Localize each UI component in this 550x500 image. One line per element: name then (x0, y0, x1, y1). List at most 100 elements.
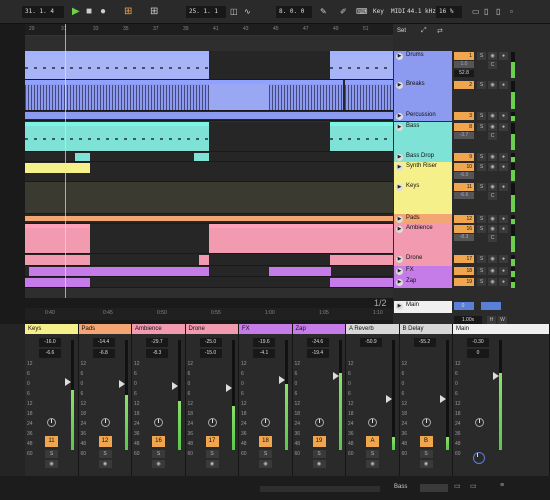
solo-button[interactable]: S (477, 215, 486, 223)
solo-button[interactable]: S (259, 450, 272, 458)
fold-icon[interactable]: ▶ (396, 53, 403, 60)
monitor-icon[interactable]: ◉ (205, 460, 219, 468)
page-indicator[interactable]: 1/2 (374, 298, 387, 308)
channel-name[interactable]: A Reverb (346, 324, 399, 334)
monitor-icon[interactable]: ◉ (488, 183, 497, 191)
fold-icon[interactable]: ▶ (396, 216, 403, 223)
loop-length[interactable]: 8. 0. 0 (276, 6, 312, 18)
arm-icon[interactable]: ● (499, 225, 508, 233)
channel-name[interactable]: Zap (292, 324, 345, 334)
track-name-cell-bass[interactable]: ▶ Bass (394, 122, 452, 152)
solo-button[interactable]: S (152, 450, 165, 458)
track-volume[interactable]: -8.3 (454, 234, 474, 241)
track-number[interactable]: 2 (454, 81, 474, 89)
track-number[interactable]: 10 (454, 163, 474, 171)
clip-breaks[interactable] (269, 80, 343, 110)
monitor-icon[interactable]: ◉ (152, 460, 165, 468)
clip-breaks[interactable] (209, 80, 269, 110)
channel-number[interactable]: 12 (98, 436, 112, 447)
track-name-cell-breaks[interactable]: ▶ Breaks (394, 80, 452, 111)
midi-icon[interactable]: ≡ (500, 482, 504, 489)
device-strip[interactable] (420, 484, 448, 492)
clip-drone[interactable] (199, 255, 209, 265)
solo-button[interactable]: S (477, 52, 486, 60)
playhead[interactable] (65, 24, 66, 298)
track-name-cell-bass-drop[interactable]: ▶ Bass Drop (394, 152, 452, 162)
channel-volume[interactable]: -25.0 (199, 338, 222, 347)
channel-name[interactable]: B Delay (399, 324, 452, 334)
track-name-cell-ambience[interactable]: ▶ Ambience (394, 224, 452, 254)
track-number[interactable]: 18 (454, 267, 474, 275)
monitor-icon[interactable]: ◉ (259, 460, 272, 468)
track-header-drone[interactable]: ▶ Drone 17 S ◉ ● (393, 254, 550, 266)
track-name-cell-drums[interactable]: ▶ Drums (394, 51, 452, 80)
pan-knob[interactable] (475, 418, 484, 427)
arm-icon[interactable]: ● (499, 163, 508, 171)
clip-icon[interactable]: ▭ (470, 482, 477, 490)
fold-icon[interactable]: ▶ (396, 226, 403, 233)
track-pan[interactable]: C (488, 192, 497, 200)
overview-strip[interactable] (260, 486, 380, 492)
track-number[interactable]: 3 (454, 112, 474, 120)
track-name-cell-zap[interactable]: ▶ Zap (394, 277, 452, 288)
monitor-icon[interactable]: ◉ (366, 460, 379, 468)
channel-name[interactable]: Pads (78, 324, 131, 334)
solo-button[interactable]: S (477, 81, 486, 89)
fold-icon[interactable]: ▶ (396, 268, 403, 275)
solo-button[interactable]: S (477, 278, 486, 286)
channel-number[interactable]: 11 (45, 436, 58, 447)
track-header-pads[interactable]: ▶ Pads 12 S ◉ ● (393, 214, 550, 224)
clip-drums[interactable] (330, 51, 393, 79)
device-icon[interactable]: ▭ (454, 482, 461, 490)
channel-volume[interactable]: -0.30 (467, 338, 489, 347)
channel-name[interactable]: Drone (185, 324, 238, 334)
record-icon[interactable]: ● (100, 5, 106, 19)
clip-drone[interactable] (330, 255, 393, 265)
pan-knob[interactable] (47, 418, 56, 427)
keyboard-icon[interactable]: ⌨ (356, 5, 368, 19)
fold-icon[interactable]: ▶ (396, 256, 403, 263)
track-number[interactable]: 8 (454, 123, 474, 131)
channel-volume[interactable]: -50.9 (360, 338, 382, 347)
key-map-button[interactable]: Key (370, 6, 387, 18)
solo-button[interactable]: S (477, 183, 486, 191)
loop-start[interactable]: 25. 1. 1 (186, 6, 226, 18)
track-name-cell-keys[interactable]: ▶ Keys (394, 182, 452, 214)
bar-ruler[interactable]: 29 31 33 35 37 39 41 43 45 47 49 51 (25, 24, 393, 36)
track-pan[interactable]: C (488, 132, 497, 140)
monitor-icon[interactable]: ◉ (488, 112, 497, 120)
arm-icon[interactable]: ● (499, 215, 508, 223)
clip-pads[interactable] (25, 216, 393, 221)
monitor-icon[interactable]: ◉ (488, 123, 497, 131)
arm-icon[interactable]: ● (499, 81, 508, 89)
draw-mode-icon[interactable]: ✎ (320, 5, 327, 19)
solo-button[interactable]: S (366, 450, 379, 458)
time-ruler[interactable]: 0:40 0:45 0:50 0:55 1:00 1:05 1:10 (25, 308, 393, 320)
solo-button[interactable]: S (477, 123, 486, 131)
arrangement-view[interactable] (25, 36, 393, 298)
channel-number[interactable]: A (366, 436, 379, 447)
track-header-percussion[interactable]: ▶ Percussion 3 S ◉ ● (393, 111, 550, 121)
channel-name[interactable]: Main (453, 324, 549, 334)
track-header-bass-drop[interactable]: ▶ Bass Drop 9 S ◉ ● (393, 152, 550, 162)
loop-switch-icon[interactable]: ∿ (244, 5, 251, 19)
pan-knob[interactable] (154, 418, 163, 427)
track-number[interactable]: 12 (454, 215, 474, 223)
track-pan[interactable]: C (488, 234, 497, 242)
fold-icon[interactable]: ⇄ (437, 27, 443, 35)
clip-zap[interactable] (330, 278, 393, 287)
fold-icon[interactable]: ▶ (396, 154, 403, 161)
solo-button[interactable]: S (312, 450, 326, 458)
pencil-icon[interactable]: ✐ (340, 5, 347, 19)
monitor-icon[interactable]: ◉ (488, 255, 497, 263)
monitor-icon[interactable]: ◉ (488, 52, 497, 60)
track-header-synth-riser[interactable]: ▶ Synth Riser 10 S ◉ ● -6.0 (393, 162, 550, 182)
track-name-cell-synth-riser[interactable]: ▶ Synth Riser (394, 162, 452, 182)
track-number[interactable]: 17 (454, 255, 474, 263)
clip-zap[interactable] (25, 278, 90, 287)
fold-icon[interactable]: ▶ (396, 124, 403, 131)
clip-synth-riser[interactable] (25, 163, 90, 173)
track-name-cell-drone[interactable]: ▶ Drone (394, 254, 452, 266)
solo-button[interactable]: S (477, 153, 486, 161)
solo-button[interactable]: S (477, 112, 486, 120)
